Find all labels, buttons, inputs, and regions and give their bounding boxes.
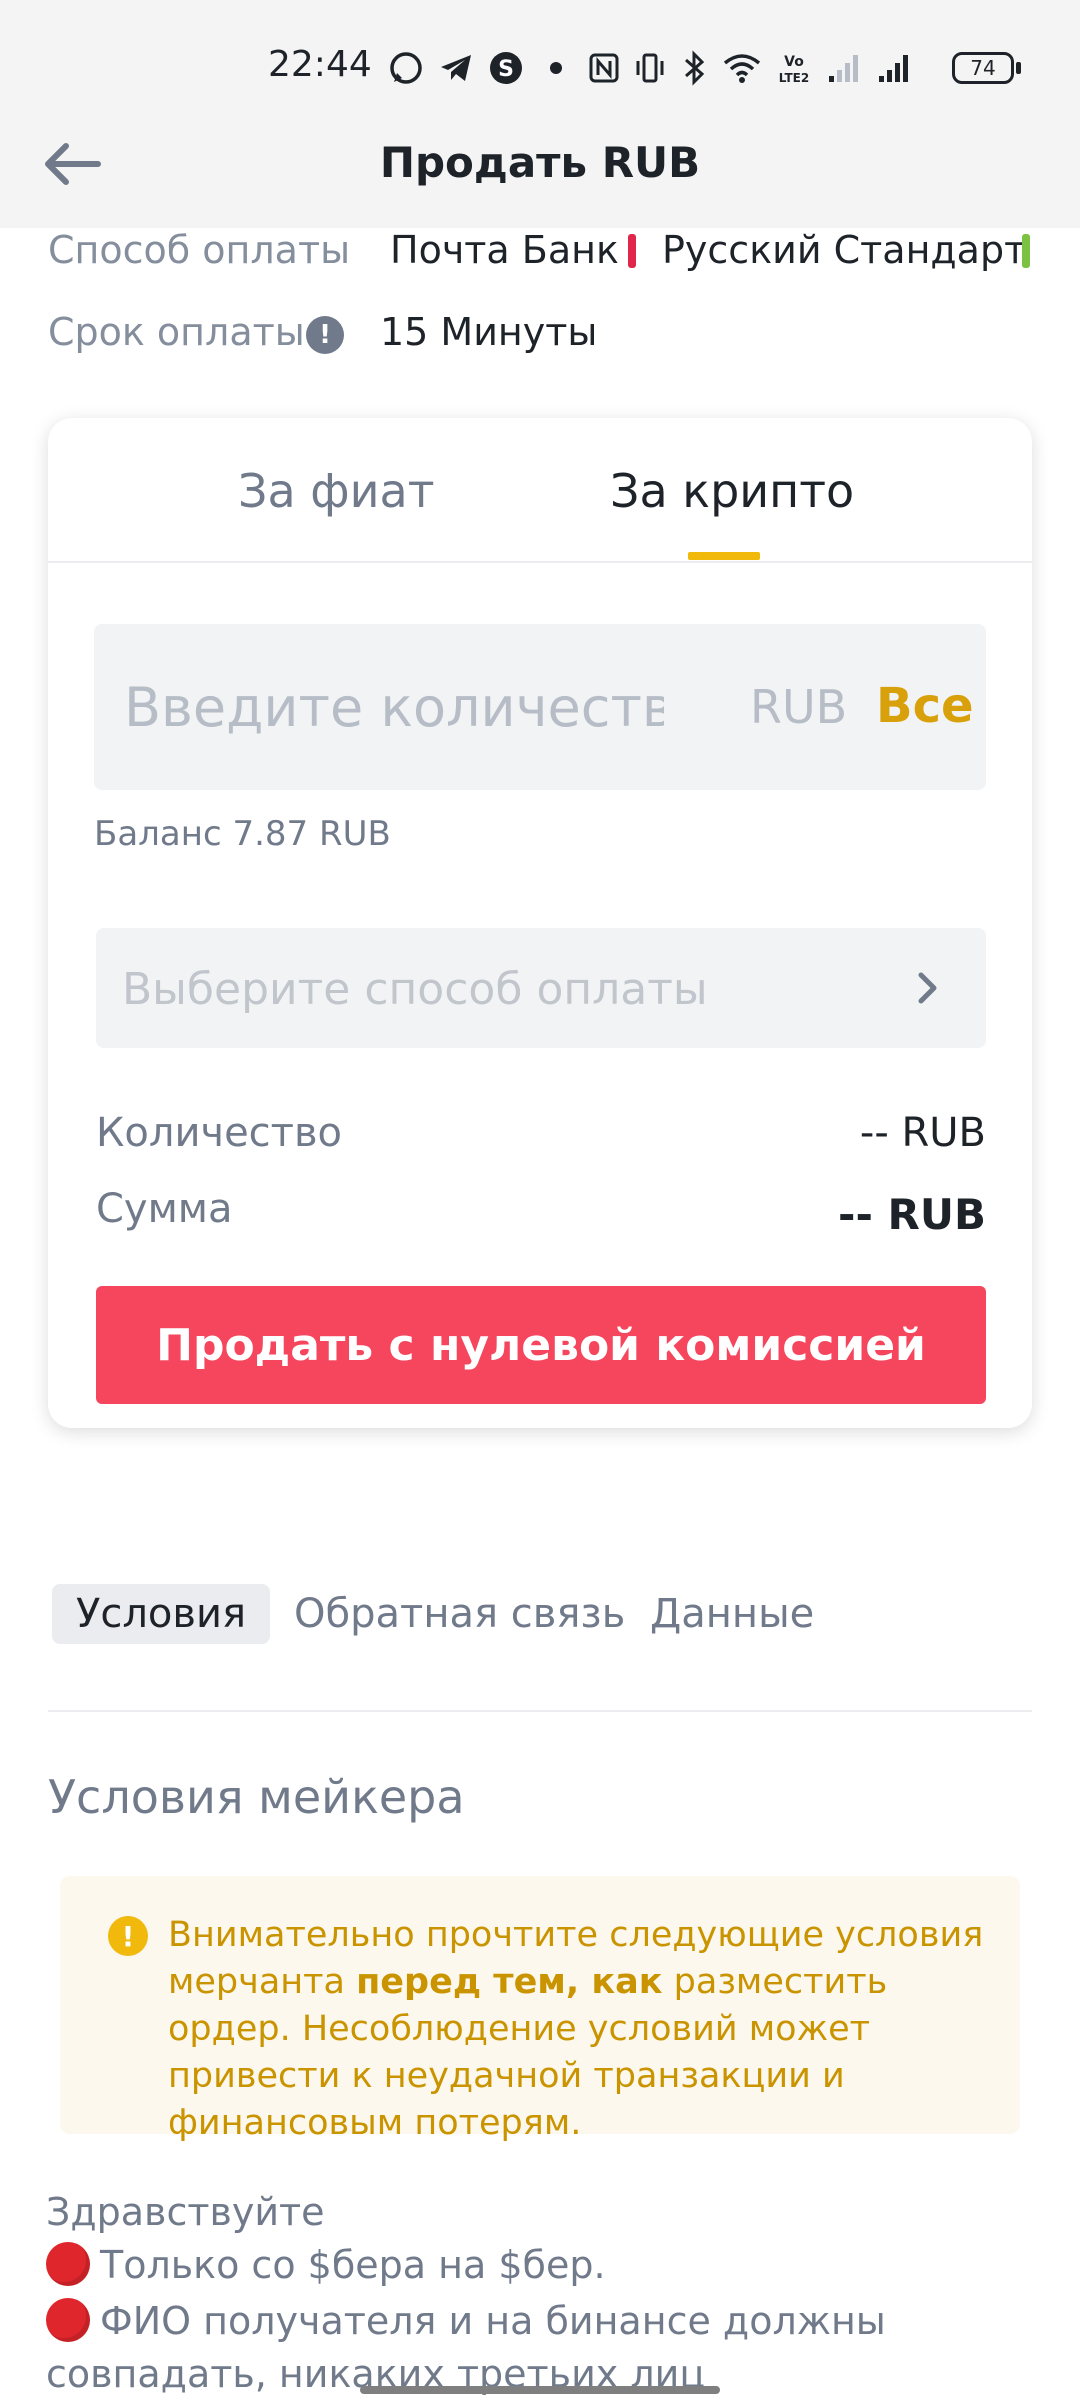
tab-feedback[interactable]: Обратная связь xyxy=(294,1584,625,1644)
whatsapp-icon xyxy=(388,50,424,86)
battery-tip xyxy=(1016,62,1021,74)
tabs-divider xyxy=(48,1710,1032,1712)
red-circle-icon xyxy=(46,2242,90,2286)
skype-icon: S xyxy=(488,50,524,86)
tab-info[interactable]: Данные xyxy=(650,1584,814,1644)
payment-color-bar xyxy=(628,234,636,268)
top-bar xyxy=(0,0,1080,228)
quantity-label: Количество xyxy=(96,1110,343,1156)
payment-method-placeholder: Выберите способ оплаты xyxy=(122,964,708,1015)
tab-crypto[interactable]: За крипто xyxy=(610,464,854,518)
sum-label: Сумма xyxy=(96,1186,233,1232)
sell-button[interactable]: Продать с нулевой комиссией xyxy=(96,1286,986,1404)
all-button[interactable]: Все xyxy=(876,678,974,734)
status-time: 22:44 xyxy=(268,44,372,85)
sum-value: -- RUB xyxy=(838,1190,986,1239)
payment-time-label: Срок оплаты xyxy=(48,310,305,354)
terms-line: Здравствуйте xyxy=(46,2190,325,2234)
info-alert-icon[interactable]: ! xyxy=(306,316,344,354)
volte-icon: Vo LTE2 xyxy=(776,50,812,86)
warning-box: ! Внимательно прочтите следующие условия… xyxy=(60,1876,1020,2143)
svg-text:Vo: Vo xyxy=(784,54,804,70)
wifi-icon xyxy=(722,50,762,86)
terms-line-text: Только со $бера на $бер. xyxy=(100,2243,606,2287)
active-tab-indicator xyxy=(688,552,760,560)
signal-icon xyxy=(826,50,862,86)
tab-divider xyxy=(48,561,1032,563)
svg-text:S: S xyxy=(498,57,514,82)
payment-method-select[interactable]: Выберите способ оплаты xyxy=(96,928,986,1048)
home-indicator[interactable] xyxy=(360,2386,720,2394)
payment-method-pochta: Почта Банк xyxy=(390,228,619,272)
signal-icon xyxy=(876,50,912,86)
tab-terms[interactable]: Условия xyxy=(52,1584,271,1644)
maker-terms-title: Условия мейкера xyxy=(48,1770,465,1824)
terms-line: Только со $бера на $бер. xyxy=(46,2242,606,2287)
warning-text-bold: перед тем, как xyxy=(356,1962,663,2002)
payment-time-value: 15 Минуты xyxy=(380,310,598,354)
amount-input[interactable] xyxy=(124,664,664,750)
quantity-value: -- RUB xyxy=(859,1110,986,1156)
dot-icon xyxy=(538,50,574,86)
terms-line-text: ФИО получателя и на бинансе должны xyxy=(100,2299,886,2343)
payment-method-label: Способ оплаты xyxy=(48,228,351,272)
payment-color-bar xyxy=(1022,234,1030,268)
warning-icon: ! xyxy=(108,1916,148,1956)
telegram-icon xyxy=(438,50,474,86)
page-title: Продать RUB xyxy=(379,138,701,187)
payment-method-russian-standard: Русский Стандарт xyxy=(662,228,1027,272)
chevron-right-icon xyxy=(908,962,948,1014)
amount-unit: RUB xyxy=(750,680,848,734)
amount-field: RUB Все xyxy=(94,624,986,790)
balance-text: Баланс 7.87 RUB xyxy=(94,814,391,854)
status-icons: S Vo LTE2 xyxy=(388,44,912,92)
tab-fiat[interactable]: За фиат xyxy=(238,464,435,518)
svg-text:LTE2: LTE2 xyxy=(779,71,809,85)
terms-line: ФИО получателя и на бинансе должны xyxy=(46,2298,886,2343)
nfc-icon xyxy=(588,50,620,86)
battery-icon: 74 xyxy=(952,52,1014,84)
vibrate-icon xyxy=(634,50,666,86)
bluetooth-icon xyxy=(680,50,708,86)
red-circle-icon xyxy=(46,2298,90,2342)
warning-text: Внимательно прочтите следующие условия м… xyxy=(168,1912,998,2147)
trade-card: За фиат За крипто RUB Все Баланс 7.87 RU… xyxy=(48,418,1032,1428)
